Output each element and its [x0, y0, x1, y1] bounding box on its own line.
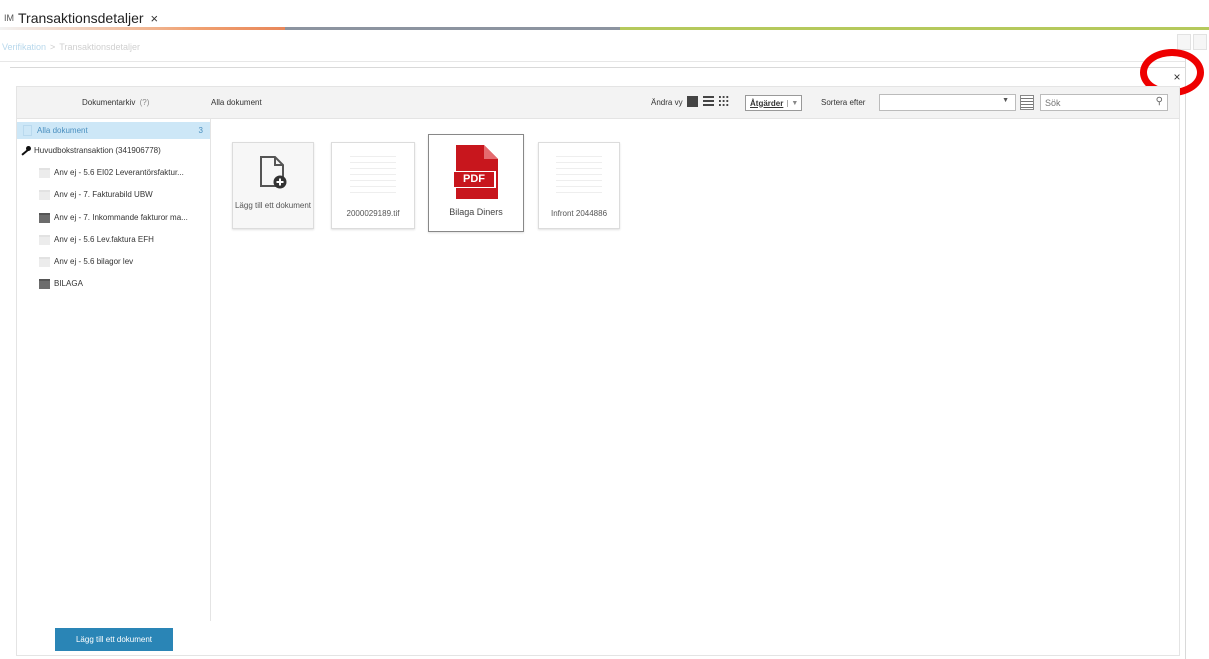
tree-item-label: Huvudbokstransaktion (341906778) [34, 146, 161, 155]
tree-item-label: Anv ej - 5.6 bilagor lev [54, 257, 134, 266]
current-folder-title: Alla dokument [211, 98, 262, 107]
document-thumbnail [350, 151, 396, 197]
tree-item-count: 3 [198, 126, 203, 135]
add-document-button[interactable]: Lägg till ett dokument [55, 628, 173, 651]
grid-view-icon-overlay [719, 96, 730, 107]
folder-icon [39, 256, 50, 267]
breadcrumb-separator: > [50, 42, 56, 52]
pdf-badge: PDF [463, 173, 485, 185]
accent-bar-orange [0, 27, 285, 30]
sort-select[interactable]: ▼ [879, 94, 1016, 111]
sort-by-label: Sortera efter [821, 98, 866, 107]
breadcrumb-parent-link[interactable]: Verifikation [2, 42, 46, 52]
tab-transaktionsdetaljer[interactable]: IM Transaktionsdetaljer × [4, 8, 158, 28]
document-tile[interactable]: Infront 2044886 [538, 142, 620, 229]
chevron-down-icon: ▼ [1002, 97, 1009, 104]
sort-order-icon[interactable] [1020, 95, 1034, 110]
tree-item-folder[interactable]: BILAGA [17, 275, 210, 292]
folder-icon [39, 189, 50, 200]
folder-icon [39, 167, 50, 178]
tab-close-icon[interactable]: × [151, 11, 159, 26]
tree-item-transaction[interactable]: Huvudbokstransaktion (341906778) [17, 142, 210, 159]
tree-item-label: Anv ej - 7. Fakturabild UBW [54, 190, 153, 199]
accent-bar-gray [285, 27, 620, 30]
tree-item-all-documents[interactable]: Alla dokument 3 [17, 122, 210, 139]
actions-dropdown[interactable]: Åtgärder ▼ [745, 95, 803, 111]
search-box: ⚲ [1040, 94, 1168, 111]
tree-item-folder[interactable]: Anv ej - 5.6 bilagor lev [17, 253, 210, 270]
add-file-icon [260, 156, 287, 189]
tab-prefix: IM [4, 13, 14, 23]
tile-caption: Lägg till ett dokument [234, 201, 312, 210]
document-tile[interactable]: 2000029189.tif [331, 142, 415, 229]
pdf-file-icon [452, 145, 498, 199]
tree-item-label: Anv ej - 7. Inkommande fakturor ma... [54, 213, 188, 222]
tile-caption: 2000029189.tif [346, 209, 400, 218]
folder-icon [39, 212, 50, 223]
divider [10, 67, 1185, 68]
tile-caption: Infront 2044886 [550, 209, 608, 218]
document-icon [23, 125, 32, 136]
document-thumbnail [556, 151, 602, 197]
tree-item-folder[interactable]: Anv ej - 5.6 EI02 Leverantörsfaktur... [17, 164, 210, 181]
tile-caption: Bilaga Diners [449, 207, 503, 217]
folder-tree: Alla dokument 3 Huvudbokstransaktion (34… [17, 118, 211, 621]
add-document-tile[interactable]: Lägg till ett dokument [232, 142, 314, 229]
archive-label: Dokumentarkiv [82, 98, 136, 107]
document-tile-selected[interactable]: PDF Bilaga Diners [428, 134, 524, 232]
tab-title: Transaktionsdetaljer [18, 10, 144, 26]
archive-title: Dokumentarkiv (?) [82, 98, 149, 107]
tree-item-folder[interactable]: Anv ej - 7. Inkommande fakturor ma... [17, 209, 210, 226]
breadcrumb: Verifikation > Transaktionsdetaljer [2, 42, 140, 52]
divider [1185, 56, 1186, 659]
breadcrumb-current: Transaktionsdetaljer [59, 42, 141, 52]
tree-item-folder[interactable]: Anv ej - 7. Fakturabild UBW [17, 186, 210, 203]
list-view-icon[interactable] [703, 96, 714, 106]
folder-icon [39, 278, 50, 289]
tile-view-icon[interactable] [687, 96, 698, 107]
change-view-label: Ändra vy [651, 98, 683, 107]
actions-label: Åtgärder [750, 98, 784, 108]
tab-bar: IM Transaktionsdetaljer × [0, 0, 1209, 30]
folder-icon [39, 234, 50, 245]
tree-item-label: Anv ej - 5.6 EI02 Leverantörsfaktur... [54, 168, 184, 177]
accent-bar-green [620, 27, 1209, 30]
archive-toolbar: Dokumentarkiv (?) Alla dokument Ändra vy… [17, 87, 1179, 119]
document-archive-panel: Dokumentarkiv (?) Alla dokument Ändra vy… [16, 86, 1180, 656]
help-icon[interactable]: (?) [140, 98, 150, 107]
key-icon [21, 145, 31, 156]
tree-item-folder[interactable]: Anv ej - 5.6 Lev.faktura EFH [17, 231, 210, 248]
search-input[interactable] [1041, 95, 1149, 110]
tree-item-label: Alla dokument [37, 126, 88, 135]
chevron-down-icon: ▼ [787, 99, 801, 107]
tree-item-label: Anv ej - 5.6 Lev.faktura EFH [54, 235, 154, 244]
tree-item-label: BILAGA [54, 279, 83, 288]
panel-control-icon[interactable] [1193, 34, 1207, 50]
search-icon[interactable]: ⚲ [1156, 96, 1163, 107]
breadcrumb-row: Verifikation > Transaktionsdetaljer [0, 33, 1185, 62]
panel-control-icon[interactable] [1177, 34, 1191, 50]
